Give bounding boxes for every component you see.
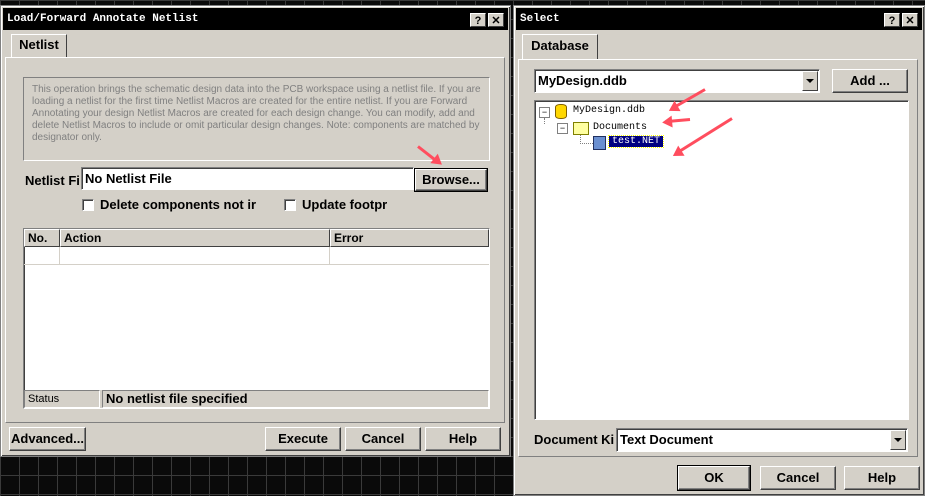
netlist-file-label: Netlist Fi	[25, 173, 80, 188]
database-icon	[555, 104, 567, 119]
cancel-button[interactable]: Cancel	[760, 466, 836, 490]
ok-button[interactable]: OK	[677, 465, 751, 491]
status-value: No netlist file specified	[102, 390, 489, 408]
advanced-button[interactable]: Advanced...	[9, 427, 86, 451]
close-icon[interactable]: ✕	[902, 13, 918, 27]
tree-line	[544, 118, 546, 124]
update-footprint-label[interactable]: Update footpr	[302, 197, 390, 212]
select-dialog-titlebar[interactable]: Select ? ✕	[516, 8, 922, 30]
browse-button[interactable]: Browse...	[414, 168, 488, 192]
netlist-dialog-titlebar[interactable]: Load/Forward Annotate Netlist ? ✕	[3, 8, 508, 30]
close-icon[interactable]: ✕	[488, 13, 504, 27]
help-button[interactable]: Help	[844, 466, 920, 490]
tree-item-test-net[interactable]: test.NET	[607, 135, 665, 148]
tree-item-database[interactable]: MyDesign.ddb	[573, 105, 645, 116]
select-dialog-title: Select	[520, 13, 560, 25]
tab-database[interactable]: Database	[522, 34, 598, 60]
database-select-value: MyDesign.ddb	[538, 73, 627, 88]
column-header-no[interactable]: No.	[24, 229, 60, 247]
tree-root-expander[interactable]: −	[539, 107, 550, 118]
document-kind-select[interactable]: Text Document	[616, 428, 908, 452]
delete-components-label[interactable]: Delete components not ir	[100, 197, 260, 212]
document-icon	[593, 136, 606, 150]
tab-netlist[interactable]: Netlist	[11, 34, 67, 58]
netlist-dialog: Load/Forward Annotate Netlist ? ✕ Netlis…	[0, 5, 511, 457]
column-header-error[interactable]: Error	[330, 229, 489, 247]
delete-components-checkbox[interactable]	[82, 199, 94, 211]
chevron-down-icon[interactable]	[890, 430, 906, 450]
status-label: Status	[24, 390, 100, 408]
help-button[interactable]: Help	[425, 427, 501, 451]
status-bar: Status No netlist file specified	[24, 390, 489, 408]
database-select[interactable]: MyDesign.ddb	[534, 69, 820, 93]
column-header-action[interactable]: Action	[60, 229, 330, 247]
document-tree[interactable]: − MyDesign.ddb − Documents test.NET	[534, 100, 909, 420]
folder-icon	[573, 122, 589, 135]
tree-line	[580, 135, 593, 144]
execute-button[interactable]: Execute	[265, 427, 341, 451]
help-icon[interactable]: ?	[884, 13, 900, 27]
netlist-file-value: No Netlist File	[85, 171, 172, 186]
netlist-file-input[interactable]: No Netlist File	[81, 167, 414, 190]
select-dialog: Select ? ✕ Database MyDesign.ddb Add ...…	[513, 5, 925, 496]
netlist-dialog-title: Load/Forward Annotate Netlist	[7, 13, 199, 25]
document-kind-label: Document Ki	[534, 432, 615, 447]
add-database-button[interactable]: Add ...	[832, 69, 908, 93]
table-row[interactable]	[24, 247, 489, 265]
tree-item-documents[interactable]: Documents	[593, 122, 647, 133]
macro-table[interactable]: No. Action Error Status No netlist file …	[23, 228, 490, 409]
chevron-down-icon[interactable]	[802, 71, 818, 91]
document-kind-value: Text Document	[620, 432, 713, 447]
update-footprint-checkbox[interactable]	[284, 199, 296, 211]
help-icon[interactable]: ?	[470, 13, 486, 27]
tree-folder-expander[interactable]: −	[557, 123, 568, 134]
cancel-button[interactable]: Cancel	[345, 427, 421, 451]
